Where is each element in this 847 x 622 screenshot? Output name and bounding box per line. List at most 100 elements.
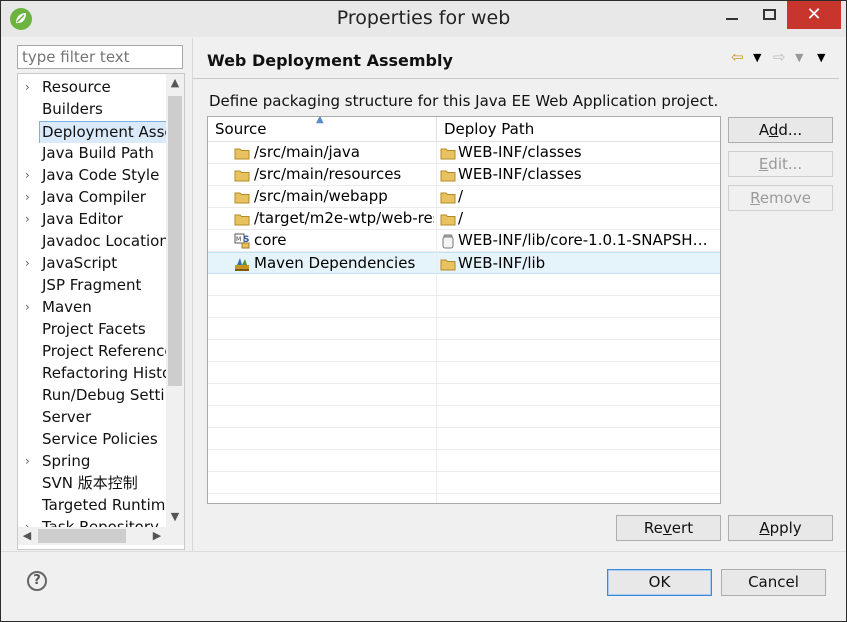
remove-button-label: Remove xyxy=(750,189,811,207)
filter-input[interactable] xyxy=(17,45,183,69)
tree-horizontal-scrollbar[interactable]: ◀ ▶ xyxy=(18,527,184,545)
nav-item-jsp-fragment[interactable]: JSP Fragment xyxy=(18,275,168,297)
scroll-down-icon[interactable]: ▼ xyxy=(166,508,184,526)
nav-item-run-debug-settings[interactable]: Run/Debug Settings xyxy=(18,385,168,407)
table-row[interactable]: /src/main/resources WEB-INF/classes xyxy=(208,164,720,186)
empty-table-row xyxy=(208,318,720,340)
nav-item-label: Maven xyxy=(42,298,92,316)
expand-chevron-icon[interactable]: › xyxy=(25,187,37,208)
nav-item-label: Service Policies xyxy=(42,430,158,448)
nav-item-project-facets[interactable]: Project Facets xyxy=(18,319,168,341)
apply-button[interactable]: Apply xyxy=(728,515,833,541)
table-row[interactable]: /target/m2e-wtp/web-resources / xyxy=(208,208,720,230)
nav-item-label: Project References xyxy=(42,342,168,360)
nav-item-builders[interactable]: Builders xyxy=(18,99,168,121)
title-divider xyxy=(193,78,839,79)
nav-item-project-references[interactable]: Project References xyxy=(18,341,168,363)
nav-item-targeted-runtimes[interactable]: Targeted Runtimes xyxy=(18,495,168,517)
table-row[interactable]: /src/main/webapp / xyxy=(208,186,720,208)
nav-item-task-repository[interactable]: › Task Repository xyxy=(18,517,168,527)
empty-table-row xyxy=(208,450,720,472)
folder-icon xyxy=(234,167,250,183)
revert-button[interactable]: Revert xyxy=(616,515,721,541)
forward-arrow-icon[interactable]: ⇨ xyxy=(773,48,786,66)
expand-chevron-icon[interactable]: › xyxy=(25,77,37,98)
page-title: Web Deployment Assembly xyxy=(207,51,453,70)
nav-item-deployment-assembly[interactable]: Deployment Assembly xyxy=(18,121,168,143)
nav-item-java-compiler[interactable]: › Java Compiler xyxy=(18,187,168,209)
nav-item-spring[interactable]: › Spring xyxy=(18,451,168,473)
nav-item-service-policies[interactable]: Service Policies xyxy=(18,429,168,451)
column-header-deploy-path[interactable]: Deploy Path xyxy=(437,117,720,142)
nav-item-label: JavaScript xyxy=(42,254,118,272)
nav-item-maven[interactable]: › Maven xyxy=(18,297,168,319)
close-button[interactable]: ✕ xyxy=(787,1,841,29)
source-cell: /src/main/webapp xyxy=(254,187,388,205)
dialog-body: ›ResourceBuildersDeployment AssemblyJava… xyxy=(9,38,839,551)
nav-item-javascript[interactable]: › JavaScript xyxy=(18,253,168,275)
minimize-icon xyxy=(726,18,738,20)
table-row[interactable]: /src/main/java WEB-INF/classes xyxy=(208,142,720,164)
scroll-right-icon[interactable]: ▶ xyxy=(148,527,166,545)
nav-item-label: Run/Debug Settings xyxy=(42,386,168,404)
jar-icon xyxy=(440,233,456,249)
empty-table-row xyxy=(208,296,720,318)
help-icon[interactable]: ? xyxy=(27,571,47,591)
table-row[interactable]: M Score WEB-INF/lib/core-1.0.1-SNAPSHOT.ja… xyxy=(208,230,720,252)
nav-item-label: SVN 版本控制 xyxy=(42,474,138,492)
nav-item-label: Task Repository xyxy=(42,518,159,527)
empty-table-row xyxy=(208,428,720,450)
add-button[interactable]: Add... xyxy=(728,117,833,143)
tree-vertical-scrollbar[interactable]: ▲ ▼ xyxy=(166,74,184,527)
column-header-deploy-label: Deploy Path xyxy=(444,120,535,138)
nav-item-java-build-path[interactable]: Java Build Path xyxy=(18,143,168,165)
remove-button[interactable]: Remove xyxy=(728,185,833,211)
nav-item-server[interactable]: Server xyxy=(18,407,168,429)
nav-item-java-editor[interactable]: › Java Editor xyxy=(18,209,168,231)
edit-button[interactable]: Edit... xyxy=(728,151,833,177)
nav-item-refactoring-history[interactable]: Refactoring History xyxy=(18,363,168,385)
maximize-button[interactable] xyxy=(751,1,787,29)
deploy-path-cell: WEB-INF/lib/core-1.0.1-SNAPSHOT.jar xyxy=(458,231,718,249)
svg-text:M: M xyxy=(236,236,241,243)
cancel-button[interactable]: Cancel xyxy=(721,569,826,596)
ok-button[interactable]: OK xyxy=(607,569,712,596)
folder-icon xyxy=(440,256,456,272)
expand-chevron-icon[interactable]: › xyxy=(25,451,37,472)
nav-item-javadoc-location[interactable]: Javadoc Location xyxy=(18,231,168,253)
nav-item-java-code-style[interactable]: › Java Code Style xyxy=(18,165,168,187)
source-cell: Maven Dependencies xyxy=(254,254,416,272)
table-row[interactable]: Maven Dependencies WEB-INF/lib xyxy=(208,252,720,274)
vertical-scroll-thumb[interactable] xyxy=(168,96,182,386)
nav-item-label: Refactoring History xyxy=(42,364,168,382)
minimize-button[interactable] xyxy=(714,1,750,29)
expand-chevron-icon[interactable]: › xyxy=(25,165,37,186)
title-bar[interactable]: Properties for web ✕ xyxy=(1,1,846,37)
nav-item-label: Targeted Runtimes xyxy=(42,496,168,514)
nav-item-resource[interactable]: › Resource xyxy=(18,77,168,99)
nav-item-label: Builders xyxy=(42,100,103,118)
column-header-source[interactable]: Source ▲ xyxy=(208,117,437,142)
scroll-up-icon[interactable]: ▲ xyxy=(166,74,184,92)
source-cell: /src/main/resources xyxy=(254,165,402,183)
expand-chevron-icon[interactable]: › xyxy=(25,253,37,274)
horizontal-scroll-thumb[interactable] xyxy=(38,529,126,543)
nav-item-svn[interactable]: SVN 版本控制 xyxy=(18,473,168,495)
empty-table-row xyxy=(208,340,720,362)
back-arrow-icon[interactable]: ⇦ xyxy=(731,48,744,66)
source-cell: /target/m2e-wtp/web-resources xyxy=(254,209,434,227)
expand-chevron-icon[interactable]: › xyxy=(25,517,37,527)
forward-menu-chevron-icon[interactable]: ▼ xyxy=(795,51,803,64)
folder-icon xyxy=(234,145,250,161)
view-menu-icon[interactable]: ▼ xyxy=(817,51,825,64)
expand-chevron-icon[interactable]: › xyxy=(25,297,37,318)
expand-chevron-icon[interactable]: › xyxy=(25,209,37,230)
sash-divider[interactable] xyxy=(192,38,193,551)
folder-icon xyxy=(234,189,250,205)
column-divider xyxy=(436,142,437,503)
scroll-left-icon[interactable]: ◀ xyxy=(18,527,36,545)
back-menu-chevron-icon[interactable]: ▼ xyxy=(753,51,761,64)
library-icon xyxy=(234,256,250,272)
empty-table-row xyxy=(208,406,720,428)
column-header-source-label: Source xyxy=(215,120,267,138)
